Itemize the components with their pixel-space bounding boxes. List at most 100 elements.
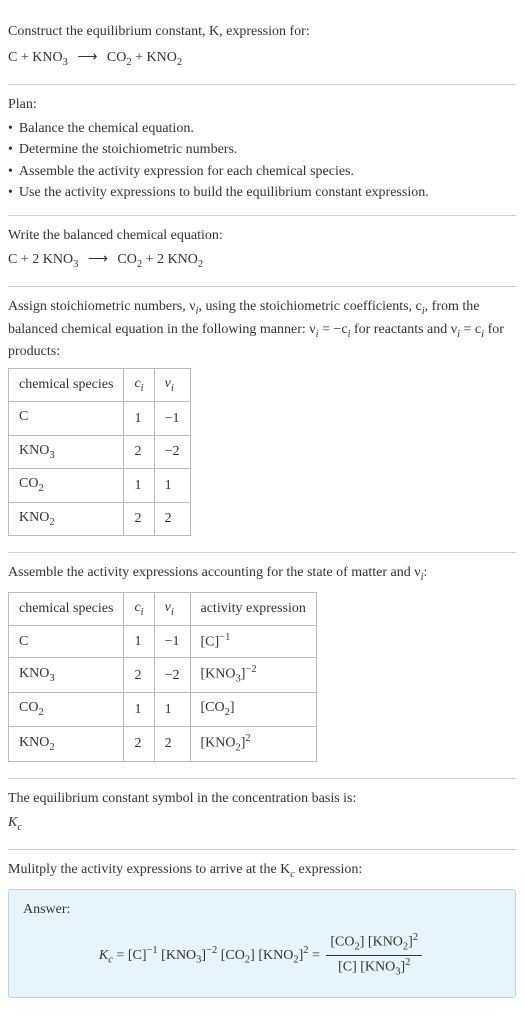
cell-nu: 2: [154, 726, 190, 761]
arrow-icon: ⟶: [77, 48, 97, 68]
answer-formula: Kc = [C]−1 [KNO3]−2 [CO2] [KNO2]2 = [CO2…: [23, 927, 501, 986]
cell-species: KNO3: [9, 435, 124, 468]
t: Mulitply the activity expressions to arr…: [8, 862, 290, 877]
sup: 2: [245, 733, 250, 744]
sup: 2: [413, 932, 418, 943]
t: [C] [KNO: [338, 960, 395, 975]
sub: 2: [38, 483, 43, 494]
t: [CO: [330, 935, 354, 950]
cell-expr: [C]−1: [190, 626, 316, 658]
eq-lhs: C + 2 KNO: [8, 252, 73, 267]
plan-item: •Use the activity expressions to build t…: [8, 183, 516, 203]
eq-rhs2: + KNO: [132, 50, 177, 65]
symbol-text: The equilibrium constant symbol in the c…: [8, 789, 516, 809]
symbol-value: Kc: [8, 813, 516, 835]
cell-nu: −2: [154, 435, 190, 468]
t: =: [113, 948, 128, 963]
t: ]: [230, 700, 235, 715]
cell-nu: −1: [154, 402, 190, 435]
balanced-section: Write the balanced chemical equation: C …: [8, 216, 516, 287]
cell-nu: −1: [154, 626, 190, 658]
cell-c: 1: [124, 693, 154, 726]
eq-sub: 3: [73, 258, 78, 269]
t: expression:: [295, 862, 362, 877]
stoich-section: Assign stoichiometric numbers, νi, using…: [8, 287, 516, 553]
table-row: KNO2 2 2: [9, 502, 191, 535]
plan-item-text: Assemble the activity expression for eac…: [19, 162, 354, 182]
plan-section: Plan: • Balance the chemical equation. •D…: [8, 85, 516, 216]
t: = c: [460, 322, 481, 337]
t: =: [308, 948, 323, 963]
sub: i: [171, 606, 174, 617]
plan-list: • Balance the chemical equation. •Determi…: [8, 119, 516, 203]
final-section: Mulitply the activity expressions to arr…: [8, 850, 516, 1007]
cell-expr: [KNO2]2: [190, 726, 316, 761]
cell-c: 2: [124, 658, 154, 693]
intro-section: Construct the equilibrium constant, K, e…: [8, 12, 516, 85]
cell-c: 2: [124, 435, 154, 468]
sup: 2: [405, 957, 410, 968]
table-row: C 1 −1: [9, 402, 191, 435]
sub: 3: [49, 449, 54, 460]
t: [CO: [217, 948, 245, 963]
cell-nu: 1: [154, 693, 190, 726]
header-nu: νi: [154, 368, 190, 401]
t: [KNO: [158, 948, 197, 963]
header-species: chemical species: [9, 368, 124, 401]
t: ] [KNO: [360, 935, 403, 950]
cell-species: KNO3: [9, 658, 124, 693]
t: = −c: [319, 322, 348, 337]
sup: −2: [245, 664, 256, 675]
cell-species: KNO2: [9, 502, 124, 535]
activity-section: Assemble the activity expressions accoun…: [8, 553, 516, 779]
eq-rhs1: CO: [117, 252, 136, 267]
cell-nu: 2: [154, 502, 190, 535]
sub: 2: [49, 742, 54, 753]
symbol-section: The equilibrium constant symbol in the c…: [8, 779, 516, 850]
arrow-icon: ⟶: [88, 250, 108, 270]
balanced-equation: C + 2 KNO3 ⟶ CO2 + 2 KNO2: [8, 250, 516, 272]
cell-nu: −2: [154, 658, 190, 693]
cell-expr: [CO2]: [190, 693, 316, 726]
header-nu: νi: [154, 592, 190, 625]
denominator: [C] [KNO3]2: [326, 956, 422, 980]
cell-species: CO2: [9, 469, 124, 502]
t: [KNO: [201, 667, 236, 682]
activity-table: chemical species ci νi activity expressi…: [8, 592, 317, 763]
t: Assemble the activity expressions accoun…: [8, 565, 421, 580]
t: CO: [19, 476, 38, 491]
table-header-row: chemical species ci νi: [9, 368, 191, 401]
t: [C]: [128, 948, 147, 963]
eq-sub: 2: [198, 258, 203, 269]
plan-item: •Determine the stoichiometric numbers.: [8, 140, 516, 160]
t: [KNO: [201, 736, 236, 751]
table-row: KNO2 2 2 [KNO2]2: [9, 726, 317, 761]
cell-expr: [KNO3]−2: [190, 658, 316, 693]
t: :: [424, 565, 428, 580]
bullet-icon: •: [8, 119, 13, 139]
t: [C]: [201, 635, 220, 650]
sup: −2: [206, 945, 217, 956]
table-row: C 1 −1 [C]−1: [9, 626, 317, 658]
t: [CO: [201, 700, 225, 715]
answer-label: Answer:: [23, 900, 501, 920]
plan-item: •Assemble the activity expression for ea…: [8, 162, 516, 182]
cell-c: 2: [124, 502, 154, 535]
stoich-table: chemical species ci νi C 1 −1 KNO3 2 −2 …: [8, 368, 191, 536]
intro-prompt: Construct the equilibrium constant, K, e…: [8, 22, 516, 42]
plan-item-text: Balance the chemical equation.: [19, 119, 194, 139]
t: C: [19, 409, 28, 424]
stoich-text: Assign stoichiometric numbers, νi, using…: [8, 297, 516, 362]
sup: −1: [147, 945, 158, 956]
t: KNO: [19, 443, 49, 458]
t: K: [8, 815, 17, 830]
cell-c: 2: [124, 726, 154, 761]
table-row: KNO3 2 −2 [KNO3]−2: [9, 658, 317, 693]
header-expr: activity expression: [190, 592, 316, 625]
plan-item-text: Determine the stoichiometric numbers.: [19, 140, 238, 160]
intro-equation: C + KNO3 ⟶ CO2 + KNO2: [8, 48, 516, 70]
plan-title: Plan:: [8, 95, 516, 115]
activity-title: Assemble the activity expressions accoun…: [8, 563, 516, 585]
eq-lhs: C + KNO: [8, 50, 63, 65]
intro-text: Construct the equilibrium constant, K, e…: [8, 24, 310, 39]
